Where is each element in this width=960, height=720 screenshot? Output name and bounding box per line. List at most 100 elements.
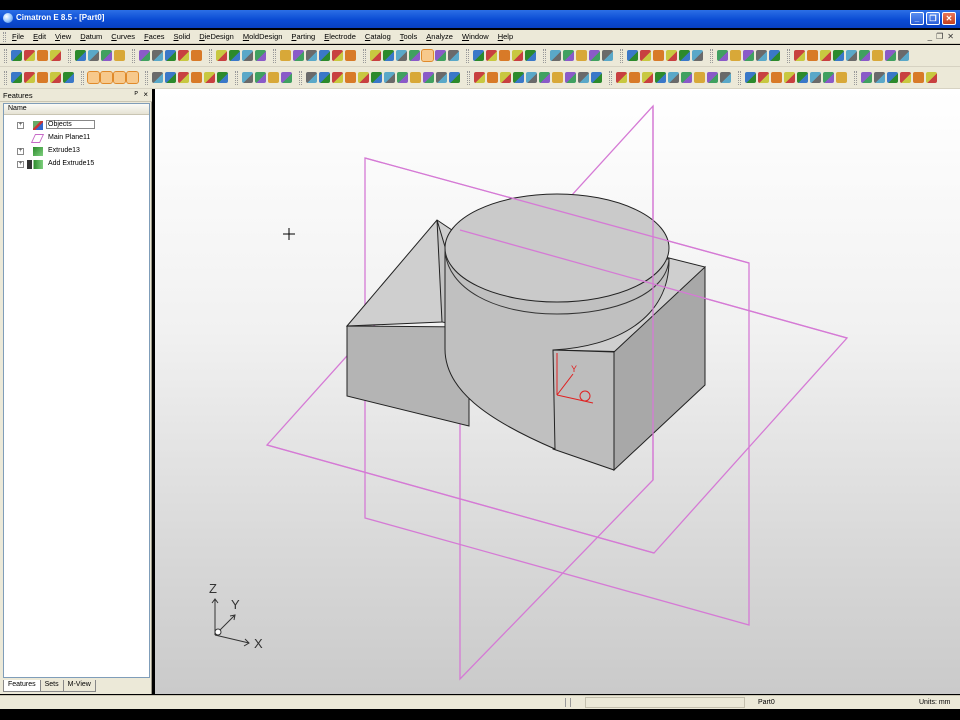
- minimize-button[interactable]: _: [910, 12, 924, 25]
- doc-restore-button[interactable]: ❐: [936, 32, 943, 41]
- menubar-grip[interactable]: [3, 32, 6, 42]
- toolbar-tool-icon[interactable]: [655, 72, 666, 83]
- toolbar-tool-icon[interactable]: [717, 50, 728, 61]
- toolbar-tool-icon[interactable]: [421, 49, 434, 62]
- toolbar-tool-icon[interactable]: [50, 72, 61, 83]
- toolbar-tool-icon[interactable]: [769, 50, 780, 61]
- menu-parting[interactable]: Parting: [291, 32, 315, 41]
- toolbar-tool-icon[interactable]: [653, 50, 664, 61]
- menu-edit[interactable]: Edit: [33, 32, 46, 41]
- toolbar-tool-icon[interactable]: [526, 72, 537, 83]
- toolbar-grip[interactable]: [81, 71, 84, 85]
- toolbar-tool-icon[interactable]: [499, 50, 510, 61]
- menu-faces[interactable]: Faces: [144, 32, 164, 41]
- toolbar-tool-icon[interactable]: [820, 50, 831, 61]
- toolbar-tool-icon[interactable]: [473, 50, 484, 61]
- toolbar-tool-icon[interactable]: [87, 71, 100, 84]
- toolbar-tool-icon[interactable]: [152, 50, 163, 61]
- toolbar-tool-icon[interactable]: [810, 72, 821, 83]
- toolbar-tool-icon[interactable]: [900, 72, 911, 83]
- expand-toggle[interactable]: +: [17, 148, 24, 155]
- toolbar-tool-icon[interactable]: [694, 72, 705, 83]
- toolbar-tool-icon[interactable]: [642, 72, 653, 83]
- toolbar-tool-icon[interactable]: [861, 72, 872, 83]
- toolbar-tool-icon[interactable]: [268, 72, 279, 83]
- toolbar-tool-icon[interactable]: [591, 72, 602, 83]
- toolbar-tool-icon[interactable]: [563, 50, 574, 61]
- tree-column-header[interactable]: Name: [4, 104, 149, 115]
- tree-node-main-plane[interactable]: Main Plane11: [17, 133, 145, 144]
- toolbar-tool-icon[interactable]: [743, 50, 754, 61]
- toolbar-grip[interactable]: [609, 71, 612, 85]
- toolbar-grip[interactable]: [209, 49, 212, 63]
- toolbar-tool-icon[interactable]: [436, 72, 447, 83]
- toolbar-grip[interactable]: [68, 49, 71, 63]
- toolbar-tool-icon[interactable]: [640, 50, 651, 61]
- toolbar-tool-icon[interactable]: [293, 50, 304, 61]
- toolbar-tool-icon[interactable]: [874, 72, 885, 83]
- toolbar-tool-icon[interactable]: [797, 72, 808, 83]
- menu-window[interactable]: Window: [462, 32, 489, 41]
- toolbar-tool-icon[interactable]: [242, 50, 253, 61]
- toolbar-tool-icon[interactable]: [807, 50, 818, 61]
- toolbar-tool-icon[interactable]: [550, 50, 561, 61]
- menu-diedesign[interactable]: DieDesign: [199, 32, 234, 41]
- menu-molddesign[interactable]: MoldDesign: [243, 32, 283, 41]
- graphics-viewport[interactable]: Y Z Y X: [155, 89, 960, 694]
- toolbar-grip[interactable]: [543, 49, 546, 63]
- toolbar-tool-icon[interactable]: [539, 72, 550, 83]
- toolbar-tool-icon[interactable]: [629, 72, 640, 83]
- toolbar-tool-icon[interactable]: [319, 50, 330, 61]
- status-splitter[interactable]: [565, 698, 571, 707]
- toolbar-tool-icon[interactable]: [423, 72, 434, 83]
- toolbar-tool-icon[interactable]: [358, 72, 369, 83]
- toolbar-tool-icon[interactable]: [255, 72, 266, 83]
- tree-node-extrude13[interactable]: + Extrude13: [17, 146, 145, 157]
- toolbar-tool-icon[interactable]: [216, 50, 227, 61]
- toolbar-grip[interactable]: [787, 49, 790, 63]
- toolbar-tool-icon[interactable]: [756, 50, 767, 61]
- toolbar-tool-icon[interactable]: [126, 71, 139, 84]
- toolbar-tool-icon[interactable]: [319, 72, 330, 83]
- toolbar-tool-icon[interactable]: [474, 72, 485, 83]
- toolbar-tool-icon[interactable]: [771, 72, 782, 83]
- toolbar-tool-icon[interactable]: [487, 72, 498, 83]
- tab-m-view[interactable]: M-View: [62, 680, 96, 692]
- toolbar-tool-icon[interactable]: [345, 72, 356, 83]
- toolbar-tool-icon[interactable]: [833, 50, 844, 61]
- toolbar-tool-icon[interactable]: [165, 50, 176, 61]
- tab-features[interactable]: Features: [3, 680, 41, 692]
- toolbar-tool-icon[interactable]: [898, 50, 909, 61]
- toolbar-tool-icon[interactable]: [178, 72, 189, 83]
- toolbar-tool-icon[interactable]: [191, 72, 202, 83]
- toolbar-tool-icon[interactable]: [306, 50, 317, 61]
- toolbar-tool-icon[interactable]: [409, 50, 420, 61]
- menu-catalog[interactable]: Catalog: [365, 32, 391, 41]
- toolbar-tool-icon[interactable]: [384, 72, 395, 83]
- toolbar-tool-icon[interactable]: [823, 72, 834, 83]
- toolbar-tool-icon[interactable]: [668, 72, 679, 83]
- toolbar-tool-icon[interactable]: [679, 50, 690, 61]
- menu-electrode[interactable]: Electrode: [324, 32, 356, 41]
- toolbar-tool-icon[interactable]: [383, 50, 394, 61]
- toolbar-grip[interactable]: [273, 49, 276, 63]
- pin-icon[interactable]: ᴾ: [135, 90, 138, 99]
- toolbar-tool-icon[interactable]: [525, 50, 536, 61]
- expand-toggle[interactable]: +: [17, 122, 24, 129]
- toolbar-tool-icon[interactable]: [666, 50, 677, 61]
- toolbar-tool-icon[interactable]: [280, 50, 291, 61]
- toolbar-tool-icon[interactable]: [11, 50, 22, 61]
- toolbar-tool-icon[interactable]: [371, 72, 382, 83]
- toolbar-tool-icon[interactable]: [885, 50, 896, 61]
- menu-help[interactable]: Help: [498, 32, 513, 41]
- toolbar-tool-icon[interactable]: [926, 72, 937, 83]
- toolbar-tool-icon[interactable]: [332, 72, 343, 83]
- toolbar-tool-icon[interactable]: [448, 50, 459, 61]
- toolbar-grip[interactable]: [710, 49, 713, 63]
- toolbar-tool-icon[interactable]: [100, 71, 113, 84]
- toolbar-tool-icon[interactable]: [75, 50, 86, 61]
- toolbar-tool-icon[interactable]: [887, 72, 898, 83]
- toolbar-tool-icon[interactable]: [552, 72, 563, 83]
- toolbar-tool-icon[interactable]: [794, 50, 805, 61]
- toolbar-tool-icon[interactable]: [513, 72, 524, 83]
